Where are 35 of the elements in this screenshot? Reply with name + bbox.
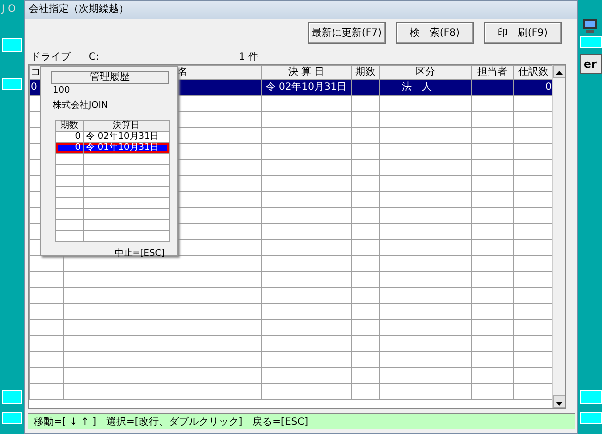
record-count: 1 件 [239, 51, 259, 62]
column-header: 仕訳数 [514, 66, 554, 80]
monitor-icon[interactable] [582, 18, 598, 34]
column-header: 担当者 [472, 66, 514, 80]
table-cell: 令 02年10月31日 [262, 80, 352, 96]
side-panel [2, 390, 22, 404]
side-panel [580, 412, 602, 424]
popup-title: 管理履歴 [51, 71, 169, 84]
background-button[interactable]: er [580, 54, 602, 74]
window-title: 会社指定（次期繰越） [29, 4, 129, 15]
history-cell[interactable]: 0 [56, 142, 84, 154]
toolbar-button[interactable]: 印 刷(F9) [484, 22, 562, 44]
background-title: J O [2, 3, 16, 17]
status-bar: 移動=[ ↓ ↑ ] 選択=[改行、ダブルクリック] 戻る=[ESC] [28, 413, 575, 429]
column-header: 区分 [380, 66, 472, 80]
side-panel [580, 390, 602, 404]
side-panel [2, 412, 22, 424]
side-panel [580, 36, 602, 48]
history-cell[interactable]: 令 02年10月31日 [84, 132, 170, 142]
column-header: 期数 [56, 120, 84, 132]
column-header: 決算日 [84, 120, 170, 132]
column-header: 決 算 日 [262, 66, 352, 80]
toolbar-button[interactable]: 検 索(F8) [396, 22, 474, 44]
table-cell: 法 人 [380, 80, 472, 96]
popup-hint: 中止=[ESC] [114, 248, 166, 261]
history-cell[interactable]: 0 [56, 132, 84, 142]
company-name: 株式会社JOIN [53, 100, 110, 113]
scrollbar[interactable] [552, 65, 565, 408]
side-panel [2, 78, 22, 90]
history-cell[interactable]: 令 01年10月31日 [84, 142, 170, 154]
column-header: 期数 [352, 66, 380, 80]
side-panel [2, 38, 22, 52]
drive-label: ドライブ [31, 50, 72, 62]
toolbar-button[interactable]: 最新に更新(F7) [308, 22, 386, 44]
drive-value: C: [89, 51, 100, 62]
